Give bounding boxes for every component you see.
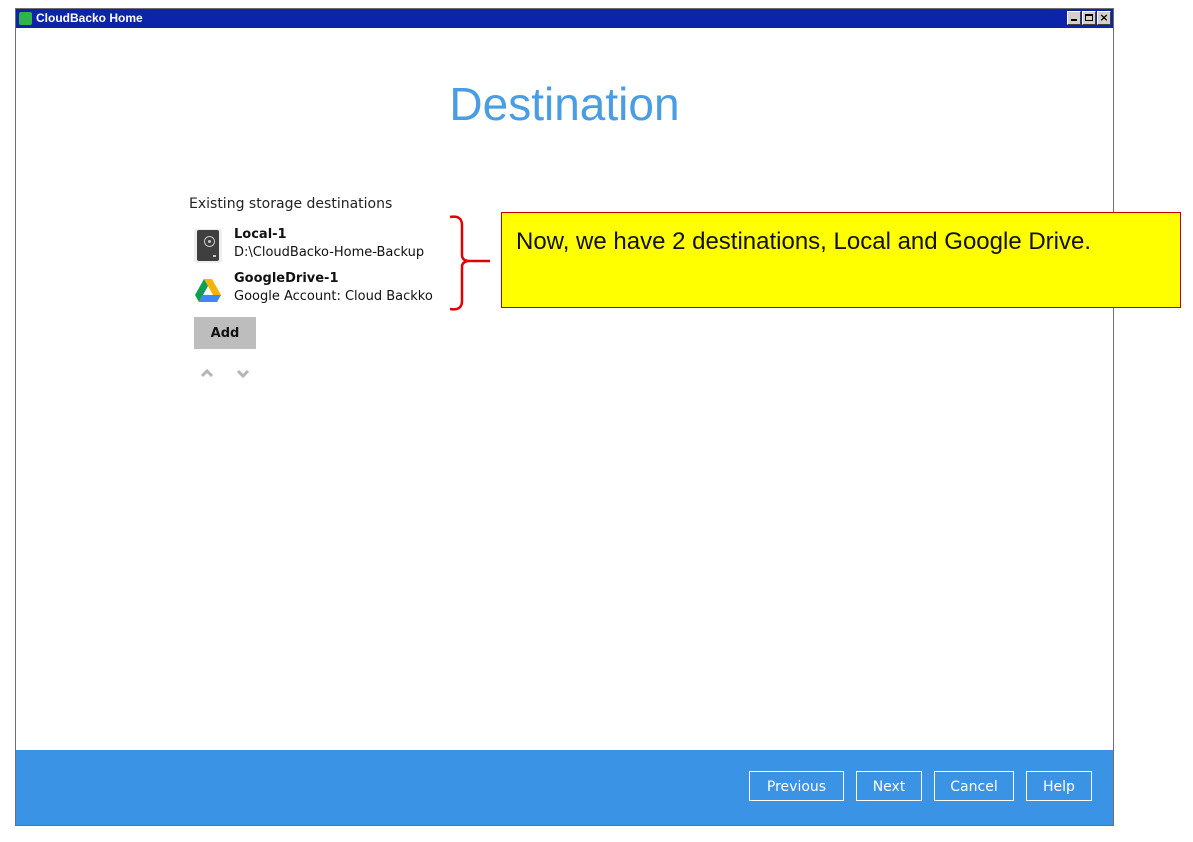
window-title: CloudBacko Home [36, 11, 143, 25]
google-drive-icon [194, 273, 222, 307]
window-controls: × [1067, 11, 1111, 25]
annotation-callout: Now, we have 2 destinations, Local and G… [501, 212, 1181, 308]
move-up-icon[interactable] [200, 367, 214, 379]
annotation-bracket [449, 215, 490, 311]
help-button[interactable]: Help [1026, 771, 1092, 801]
app-logo-icon [19, 12, 32, 25]
add-button[interactable]: Add [194, 317, 256, 349]
destination-item-googledrive[interactable]: GoogleDrive-1 Google Account: Cloud Back… [194, 271, 454, 311]
move-down-icon[interactable] [236, 367, 250, 379]
destination-name: Local-1 [234, 227, 287, 242]
close-button[interactable]: × [1097, 11, 1111, 25]
maximize-button[interactable] [1082, 11, 1096, 25]
footer-bar: Previous Next Cancel Help [16, 750, 1113, 825]
minimize-button[interactable] [1067, 11, 1081, 25]
previous-button[interactable]: Previous [749, 771, 844, 801]
hard-drive-icon [194, 229, 222, 263]
section-label: Existing storage destinations [189, 196, 393, 212]
cancel-button[interactable]: Cancel [934, 771, 1014, 801]
destination-item-local[interactable]: Local-1 D:\CloudBacko-Home-Backup [194, 227, 454, 267]
next-button[interactable]: Next [856, 771, 922, 801]
destination-detail: Google Account: Cloud Backko [234, 289, 433, 304]
destination-name: GoogleDrive-1 [234, 271, 339, 286]
destination-detail: D:\CloudBacko-Home-Backup [234, 245, 425, 260]
page-title: Destination [449, 78, 680, 130]
title-bar[interactable]: CloudBacko Home × [16, 9, 1113, 28]
app-window: CloudBacko Home × Destination Existing s… [15, 8, 1114, 826]
